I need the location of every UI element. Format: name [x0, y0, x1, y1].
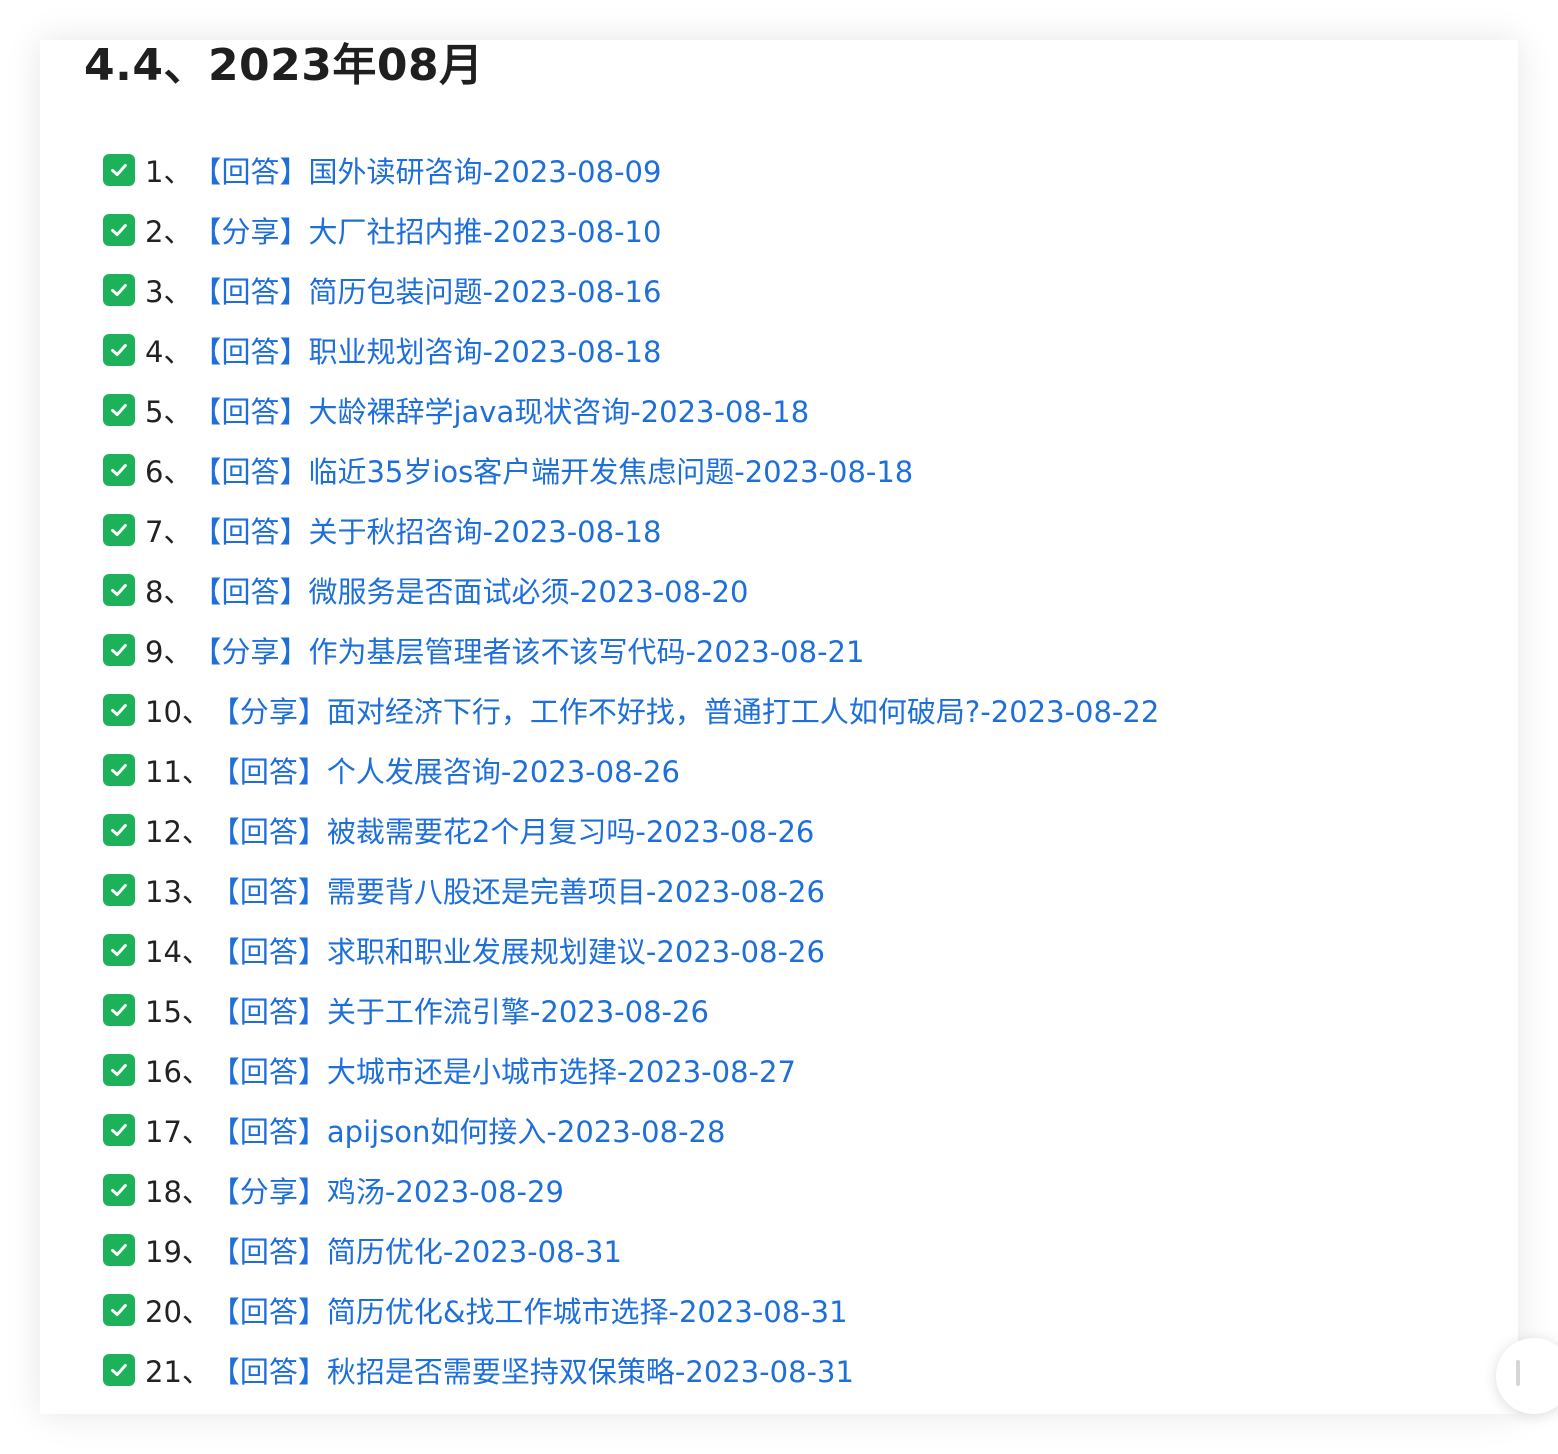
- list-item: 16、 【回答】大城市还是小城市选择-2023-08-27: [103, 1040, 1159, 1100]
- article-list: 1、 【回答】国外读研咨询-2023-08-09 2、 【分享】大厂社招内推-2023…: [103, 140, 1159, 1400]
- list-item-link[interactable]: 【回答】需要背八股还是完善项目-2023-08-26: [211, 869, 825, 911]
- list-item-link[interactable]: 【回答】个人发展咨询-2023-08-26: [211, 749, 680, 791]
- list-item: 14、 【回答】求职和职业发展规划建议-2023-08-26: [103, 920, 1159, 980]
- check-square-icon: [103, 634, 135, 666]
- list-item: 17、 【回答】apijson如何接入-2023-08-28: [103, 1100, 1159, 1160]
- list-item: 21、 【回答】秋招是否需要坚持双保策略-2023-08-31: [103, 1340, 1159, 1400]
- list-item: 5、 【回答】大龄裸辞学java现状咨询-2023-08-18: [103, 380, 1159, 440]
- list-item: 13、 【回答】需要背八股还是完善项目-2023-08-26: [103, 860, 1159, 920]
- section-heading: 4.4、2023年08月: [84, 40, 484, 91]
- check-square-icon: [103, 1234, 135, 1266]
- list-item-number: 3、: [145, 275, 193, 309]
- list-item-number: 7、: [145, 515, 193, 549]
- check-square-icon: [103, 754, 135, 786]
- list-item-number: 2、: [145, 215, 193, 249]
- list-item: 20、 【回答】简历优化&找工作城市选择-2023-08-31: [103, 1280, 1159, 1340]
- list-item-link[interactable]: 【分享】鸡汤-2023-08-29: [211, 1169, 564, 1211]
- list-item-link[interactable]: 【回答】大城市还是小城市选择-2023-08-27: [211, 1049, 796, 1091]
- check-square-icon: [103, 1354, 135, 1386]
- check-square-icon: [103, 814, 135, 846]
- list-item: 1、 【回答】国外读研咨询-2023-08-09: [103, 140, 1159, 200]
- list-item: 9、 【分享】作为基层管理者该不该写代码-2023-08-21: [103, 620, 1159, 680]
- list-item-number: 17、: [145, 1115, 211, 1149]
- check-square-icon: [103, 514, 135, 546]
- list-item: 6、 【回答】临近35岁ios客户端开发焦虑问题-2023-08-18: [103, 440, 1159, 500]
- check-square-icon: [103, 454, 135, 486]
- list-item-link[interactable]: 【分享】大厂社招内推-2023-08-10: [192, 209, 661, 251]
- check-square-icon: [103, 334, 135, 366]
- list-item-link[interactable]: 【回答】微服务是否面试必须-2023-08-20: [192, 569, 748, 611]
- list-item: 12、 【回答】被裁需要花2个月复习吗-2023-08-26: [103, 800, 1159, 860]
- check-square-icon: [103, 574, 135, 606]
- list-item-link[interactable]: 【回答】关于秋招咨询-2023-08-18: [192, 509, 661, 551]
- list-item-link[interactable]: 【回答】简历优化&找工作城市选择-2023-08-31: [211, 1289, 848, 1331]
- check-square-icon: [103, 874, 135, 906]
- list-item-number: 16、: [145, 1055, 211, 1089]
- list-item-link[interactable]: 【回答】apijson如何接入-2023-08-28: [211, 1109, 726, 1151]
- list-item-number: 12、: [145, 815, 211, 849]
- list-item: 15、 【回答】关于工作流引擎-2023-08-26: [103, 980, 1159, 1040]
- floating-button-icon: [1516, 1360, 1520, 1386]
- list-item-link[interactable]: 【回答】秋招是否需要坚持双保策略-2023-08-31: [211, 1349, 854, 1391]
- list-item-number: 1、: [145, 155, 193, 189]
- check-square-icon: [103, 274, 135, 306]
- check-square-icon: [103, 994, 135, 1026]
- check-square-icon: [103, 1294, 135, 1326]
- list-item: 4、 【回答】职业规划咨询-2023-08-18: [103, 320, 1159, 380]
- check-square-icon: [103, 1174, 135, 1206]
- list-item-number: 20、: [145, 1295, 211, 1329]
- check-square-icon: [103, 694, 135, 726]
- list-item-number: 21、: [145, 1355, 211, 1389]
- list-item-link[interactable]: 【分享】面对经济下行，工作不好找，普通打工人如何破局?-2023-08-22: [211, 689, 1159, 731]
- list-item: 2、 【分享】大厂社招内推-2023-08-10: [103, 200, 1159, 260]
- list-item-number: 14、: [145, 935, 211, 969]
- list-item-link[interactable]: 【回答】被裁需要花2个月复习吗-2023-08-26: [211, 809, 814, 851]
- list-item-link[interactable]: 【回答】关于工作流引擎-2023-08-26: [211, 989, 709, 1031]
- check-square-icon: [103, 1054, 135, 1086]
- check-square-icon: [103, 154, 135, 186]
- list-item-link[interactable]: 【回答】临近35岁ios客户端开发焦虑问题-2023-08-18: [192, 449, 913, 491]
- list-item-link[interactable]: 【回答】职业规划咨询-2023-08-18: [192, 329, 661, 371]
- list-item-link[interactable]: 【分享】作为基层管理者该不该写代码-2023-08-21: [192, 629, 864, 671]
- list-item: 3、 【回答】简历包装问题-2023-08-16: [103, 260, 1159, 320]
- list-item-number: 18、: [145, 1175, 211, 1209]
- list-item: 11、 【回答】个人发展咨询-2023-08-26: [103, 740, 1159, 800]
- list-item-link[interactable]: 【回答】简历包装问题-2023-08-16: [192, 269, 661, 311]
- list-item: 19、 【回答】简历优化-2023-08-31: [103, 1220, 1159, 1280]
- list-item-link[interactable]: 【回答】求职和职业发展规划建议-2023-08-26: [211, 929, 825, 971]
- list-item-number: 19、: [145, 1235, 211, 1269]
- list-item: 18、 【分享】鸡汤-2023-08-29: [103, 1160, 1159, 1220]
- list-item: 10、 【分享】面对经济下行，工作不好找，普通打工人如何破局?-2023-08-2…: [103, 680, 1159, 740]
- list-item-number: 10、: [145, 695, 211, 729]
- check-square-icon: [103, 934, 135, 966]
- list-item: 8、 【回答】微服务是否面试必须-2023-08-20: [103, 560, 1159, 620]
- list-item-number: 9、: [145, 635, 193, 669]
- list-item-number: 5、: [145, 395, 193, 429]
- list-item-link[interactable]: 【回答】大龄裸辞学java现状咨询-2023-08-18: [192, 389, 809, 431]
- check-square-icon: [103, 394, 135, 426]
- list-item-link[interactable]: 【回答】国外读研咨询-2023-08-09: [192, 149, 661, 191]
- list-item-link[interactable]: 【回答】简历优化-2023-08-31: [211, 1229, 622, 1271]
- check-square-icon: [103, 1114, 135, 1146]
- list-item-number: 6、: [145, 455, 193, 489]
- list-item: 7、 【回答】关于秋招咨询-2023-08-18: [103, 500, 1159, 560]
- list-item-number: 4、: [145, 335, 193, 369]
- list-item-number: 11、: [145, 755, 211, 789]
- content-card: 4.4、2023年08月 1、 【回答】国外读研咨询-2023-08-09 2、 【分…: [40, 40, 1518, 1414]
- list-item-number: 13、: [145, 875, 211, 909]
- check-square-icon: [103, 214, 135, 246]
- list-item-number: 8、: [145, 575, 193, 609]
- list-item-number: 15、: [145, 995, 211, 1029]
